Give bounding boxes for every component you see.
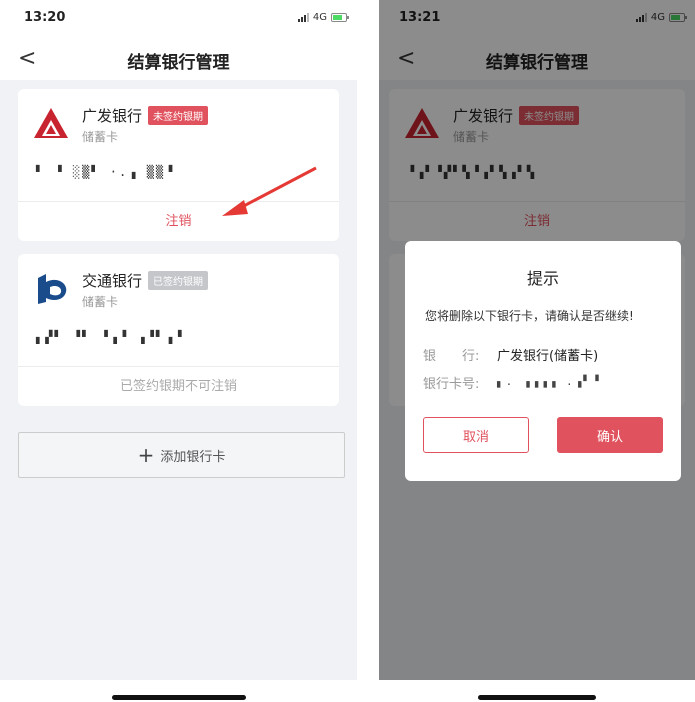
nav-bar: < 结算银行管理 — [0, 36, 357, 80]
unbind-button[interactable]: 注销 — [18, 202, 339, 241]
bank-name: 交通银行 — [82, 272, 143, 290]
guangfa-bank-logo-icon — [34, 108, 68, 138]
screen-before: 13:20 4G < 结算银行管理 广发银行 未签约银期 储蓄卡 ▘ ▝ ░▒▘… — [0, 0, 357, 702]
home-indicator[interactable] — [111, 695, 246, 700]
card-number: ▖▞▘ ▝▘ ▝▗▝ ▗▝▘▗▝ — [36, 330, 184, 344]
dialog-message: 您将删除以下银行卡，请确认是否继续! — [425, 309, 634, 323]
bank-label: 银 行: — [423, 349, 480, 364]
status-time: 13:20 — [24, 10, 66, 25]
status-badge: 未签约银期 — [148, 106, 209, 125]
status-badge: 已签约银期 — [148, 271, 209, 290]
content-area: 广发银行 未签约银期 储蓄卡 ▘ ▝ ░▒▘ ·.▗ ▒▒▝ 注销 交通银行 已… — [0, 80, 357, 680]
screen-after: 13:21 4G < 结算银行管理 广发银行 未签约银期 储蓄卡 ▝▗▘▝▞▘▚… — [379, 0, 695, 702]
jiaotong-bank-logo-icon — [38, 274, 67, 304]
home-indicator[interactable] — [478, 695, 596, 700]
dialog-bank-row: 银 行: 广发银行(储蓄卡) — [423, 345, 598, 364]
signal-icon — [297, 13, 309, 22]
card-number-value: ▖. ▗▗▗▗ .▗▘▝ — [497, 375, 601, 388]
card-type: 储蓄卡 — [82, 130, 119, 144]
card-number-label: 银行卡号: — [423, 377, 480, 392]
card-type: 储蓄卡 — [82, 295, 119, 309]
cancel-button[interactable]: 取消 — [423, 417, 529, 453]
home-area — [379, 680, 695, 702]
add-card-button[interactable]: + 添加银行卡 — [18, 432, 345, 478]
confirm-button[interactable]: 确认 — [557, 417, 663, 453]
add-card-label: 添加银行卡 — [160, 449, 226, 465]
dialog-card-row: 银行卡号: ▖. ▗▗▗▗ .▗▘▝ — [423, 373, 600, 392]
battery-icon — [331, 13, 349, 22]
bank-name: 广发银行 — [82, 107, 143, 125]
page-title: 结算银行管理 — [127, 53, 230, 73]
modal-overlay[interactable]: 提示 您将删除以下银行卡，请确认是否继续! 银 行: 广发银行(储蓄卡) 银行卡… — [379, 0, 695, 680]
unbind-disabled-label: 已签约银期不可注销 — [119, 379, 237, 394]
bank-card-guangfa: 广发银行 未签约银期 储蓄卡 ▘ ▝ ░▒▘ ·.▗ ▒▒▝ 注销 — [18, 89, 339, 241]
confirm-dialog: 提示 您将删除以下银行卡，请确认是否继续! 银 行: 广发银行(储蓄卡) 银行卡… — [405, 241, 681, 481]
network-type: 4G — [312, 12, 327, 23]
plus-icon: + — [137, 443, 155, 467]
bank-value: 广发银行(储蓄卡) — [497, 349, 599, 364]
card-number: ▘ ▝ ░▒▘ ·.▗ ▒▒▝ — [36, 165, 175, 179]
status-bar: 13:20 4G — [0, 0, 357, 36]
dialog-title: 提示 — [526, 269, 559, 288]
bank-card-jiaotong: 交通银行 已签约银期 储蓄卡 ▖▞▘ ▝▘ ▝▗▝ ▗▝▘▗▝ 已签约银期不可注… — [18, 254, 339, 406]
status-indicators: 4G — [297, 12, 349, 23]
home-area — [0, 680, 357, 702]
